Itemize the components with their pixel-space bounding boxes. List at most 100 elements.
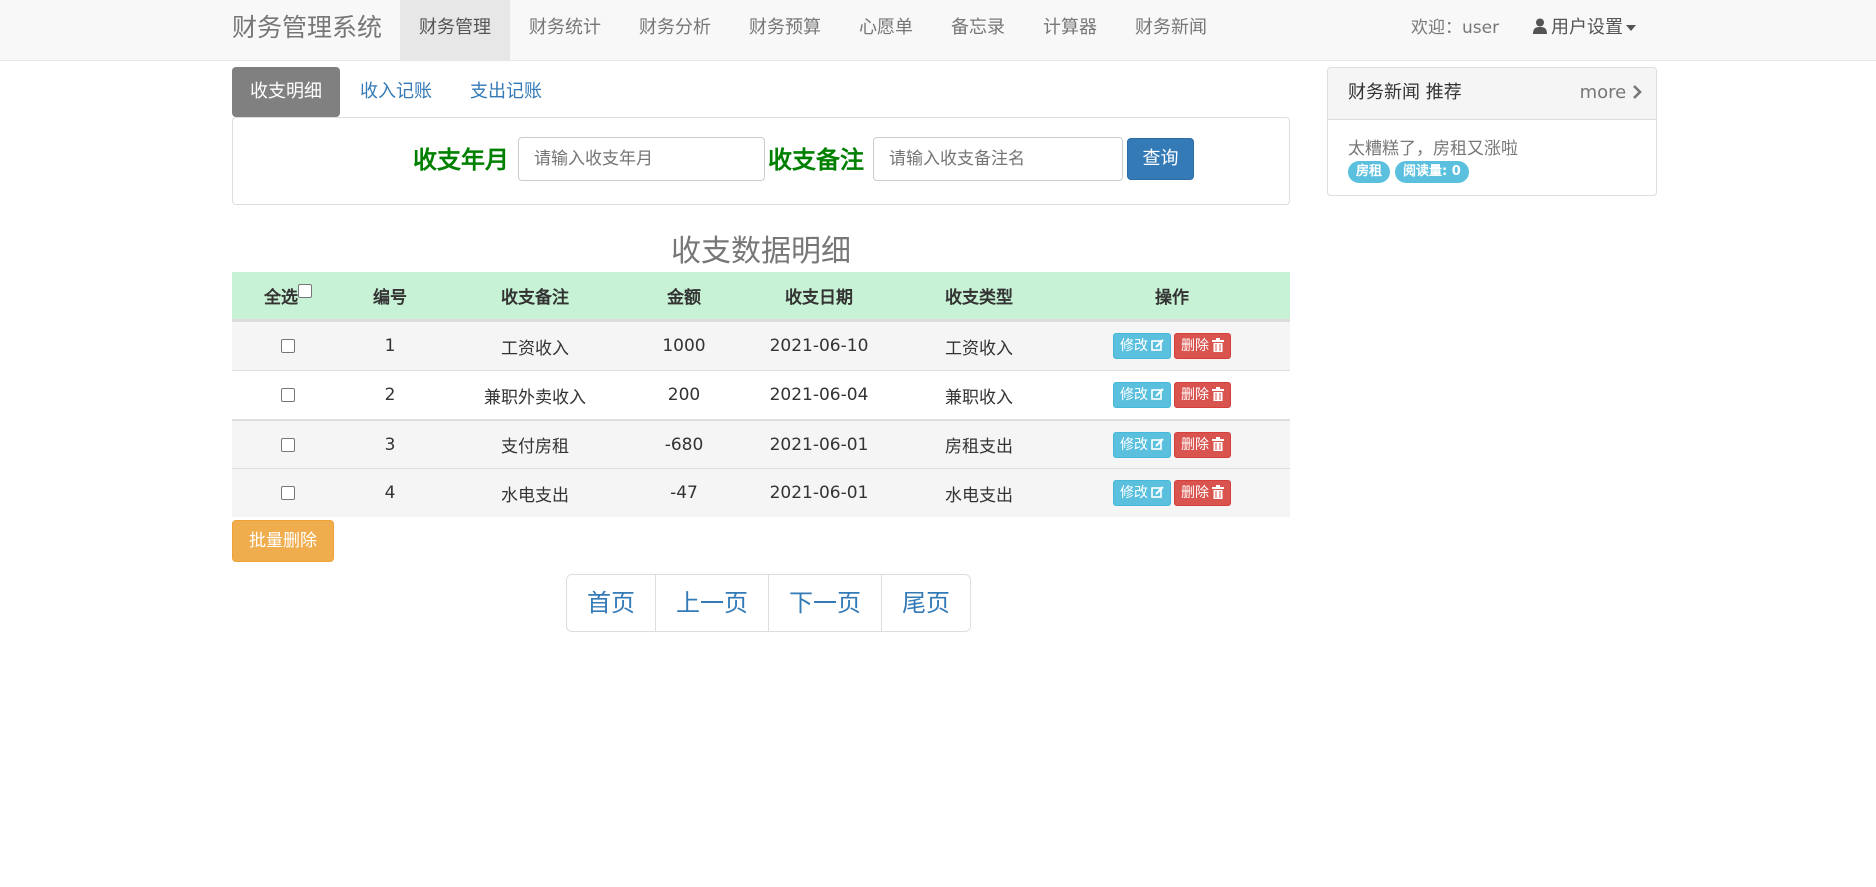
- edit-button[interactable]: 修改: [1113, 431, 1171, 458]
- edit-label: 修改: [1120, 338, 1148, 354]
- row-date: 2021-06-10: [769, 336, 869, 356]
- header-date: 收支日期: [785, 288, 853, 308]
- table-row: 1 工资收入 1000 2021-06-10 工资收入 修改 删除: [232, 321, 1290, 370]
- edit-label: 修改: [1120, 485, 1148, 501]
- row-amount: 200: [667, 385, 701, 405]
- month-input[interactable]: [518, 137, 765, 181]
- query-button[interactable]: 查询: [1127, 138, 1194, 180]
- table-row: 3 支付房租 -680 2021-06-01 房租支出 修改 删除: [232, 419, 1290, 468]
- welcome-text: 欢迎：user: [1411, 18, 1500, 38]
- page-first[interactable]: 首页: [567, 575, 655, 631]
- chevron-right-icon: [1633, 85, 1642, 99]
- nav-item-finance-analysis[interactable]: 财务分析: [620, 0, 730, 60]
- user-icon: [1533, 18, 1547, 34]
- trash-icon: [1212, 485, 1224, 499]
- more-label: more: [1579, 82, 1627, 103]
- row-type: 工资收入: [945, 338, 1013, 359]
- row-date: 2021-06-01: [769, 483, 869, 503]
- row-amount: -47: [670, 483, 698, 503]
- row-date: 2021-06-04: [769, 385, 869, 405]
- header-id: 编号: [373, 288, 407, 308]
- row-note: 支付房租: [501, 437, 569, 457]
- records-table: 全选 编号 收支备注 金额 收支日期 收支类型 操作 1 工资收入 1000 2…: [232, 272, 1290, 517]
- nav-item-memo[interactable]: 备忘录: [932, 0, 1024, 60]
- table-row: 4 水电支出 -47 2021-06-01 水电支出 修改 删除: [232, 468, 1290, 517]
- table-header: 全选 编号 收支备注 金额 收支日期 收支类型 操作: [232, 272, 1290, 321]
- row-type: 兼职收入: [945, 387, 1013, 408]
- tag-badge: 房租: [1348, 161, 1391, 183]
- table-title: 收支数据明细: [671, 234, 851, 269]
- pagination: 首页 上一页 下一页 尾页: [566, 574, 971, 632]
- nav-item-finance-management[interactable]: 财务管理: [400, 0, 510, 60]
- row-amount: 1000: [662, 336, 706, 356]
- nav-item-wishlist[interactable]: 心愿单: [840, 0, 932, 60]
- delete-button[interactable]: 删除: [1174, 382, 1231, 408]
- edit-icon: [1151, 388, 1164, 400]
- trash-icon: [1212, 436, 1224, 451]
- edit-button[interactable]: 修改: [1113, 480, 1171, 506]
- navbar: 财务管理系统 财务管理 财务统计 财务分析 财务预算 心愿单 备忘录 计算器 财…: [0, 0, 1876, 61]
- edit-icon: [1151, 339, 1164, 351]
- page-last[interactable]: 尾页: [881, 575, 970, 631]
- nav-item-calculator[interactable]: 计算器: [1024, 0, 1116, 60]
- tab-expense-record[interactable]: 支出记账: [452, 67, 560, 117]
- page-next[interactable]: 下一页: [768, 575, 881, 631]
- header-note: 收支备注: [501, 288, 569, 308]
- page-prev[interactable]: 上一页: [655, 575, 768, 631]
- tab-income-record[interactable]: 收入记账: [342, 67, 450, 117]
- row-note: 兼职外卖收入: [484, 387, 586, 408]
- caret-down-icon: [1626, 25, 1636, 31]
- trash-icon: [1212, 387, 1224, 401]
- row-note: 水电支出: [501, 485, 569, 506]
- delete-button[interactable]: 删除: [1174, 431, 1231, 458]
- nav-item-finance-budget[interactable]: 财务预算: [730, 0, 840, 60]
- news-more-link[interactable]: more: [1580, 68, 1642, 118]
- row-amount: -680: [664, 434, 704, 455]
- note-label: 收支备注: [768, 146, 864, 174]
- table-row: 2 兼职外卖收入 200 2021-06-04 兼职收入 修改 删除: [232, 370, 1290, 419]
- row-type: 水电支出: [945, 485, 1013, 506]
- delete-label: 删除: [1181, 387, 1209, 403]
- delete-button[interactable]: 删除: [1174, 480, 1231, 506]
- views-badge: 阅读量: 0: [1395, 161, 1469, 183]
- edit-label: 修改: [1120, 436, 1148, 453]
- delete-label: 删除: [1181, 436, 1209, 453]
- user-settings-dropdown[interactable]: 用户设置: [1533, 0, 1636, 60]
- note-input[interactable]: [873, 137, 1123, 181]
- batch-delete-button[interactable]: 批量删除: [232, 520, 334, 562]
- edit-button[interactable]: 修改: [1113, 333, 1171, 359]
- row-checkbox[interactable]: [281, 437, 295, 452]
- header-select-all: 全选: [232, 283, 344, 308]
- trash-icon: [1212, 338, 1224, 352]
- row-id: 2: [384, 385, 396, 405]
- news-panel: 财务新闻 推荐 more 太糟糕了，房租又涨啦 房租 阅读量: 0: [1327, 67, 1657, 196]
- news-item-title[interactable]: 太糟糕了，房租又涨啦: [1348, 134, 1518, 159]
- delete-label: 删除: [1181, 338, 1209, 354]
- delete-button[interactable]: 删除: [1174, 333, 1231, 359]
- nav-item-finance-news[interactable]: 财务新闻: [1116, 0, 1226, 60]
- row-id: 1: [384, 336, 396, 356]
- edit-button[interactable]: 修改: [1113, 382, 1171, 408]
- row-checkbox[interactable]: [281, 388, 295, 402]
- tab-income-expense-detail[interactable]: 收支明细: [232, 67, 340, 117]
- header-type: 收支类型: [945, 288, 1013, 308]
- edit-label: 修改: [1120, 387, 1148, 403]
- select-all-checkbox[interactable]: [298, 284, 312, 298]
- delete-label: 删除: [1181, 485, 1209, 501]
- row-note: 工资收入: [501, 338, 569, 359]
- header-actions: 操作: [1155, 288, 1189, 308]
- main-nav: 财务管理 财务统计 财务分析 财务预算 心愿单 备忘录 计算器 财务新闻: [400, 0, 1226, 60]
- row-checkbox[interactable]: [281, 339, 295, 353]
- edit-icon: [1151, 486, 1164, 498]
- nav-item-finance-statistics[interactable]: 财务统计: [510, 0, 620, 60]
- header-amount: 金额: [667, 288, 701, 308]
- select-all-label: 全选: [264, 288, 298, 308]
- record-tabs: 收支明细 收入记账 支出记账: [232, 67, 562, 117]
- search-panel: 收支年月 收支备注 查询: [232, 117, 1290, 205]
- brand-title[interactable]: 财务管理系统: [232, 0, 382, 60]
- row-checkbox[interactable]: [281, 486, 295, 500]
- row-type: 房租支出: [945, 437, 1013, 457]
- news-panel-header: 财务新闻 推荐 more: [1328, 68, 1656, 120]
- month-label: 收支年月: [413, 146, 509, 174]
- user-settings-label: 用户设置: [1551, 17, 1623, 38]
